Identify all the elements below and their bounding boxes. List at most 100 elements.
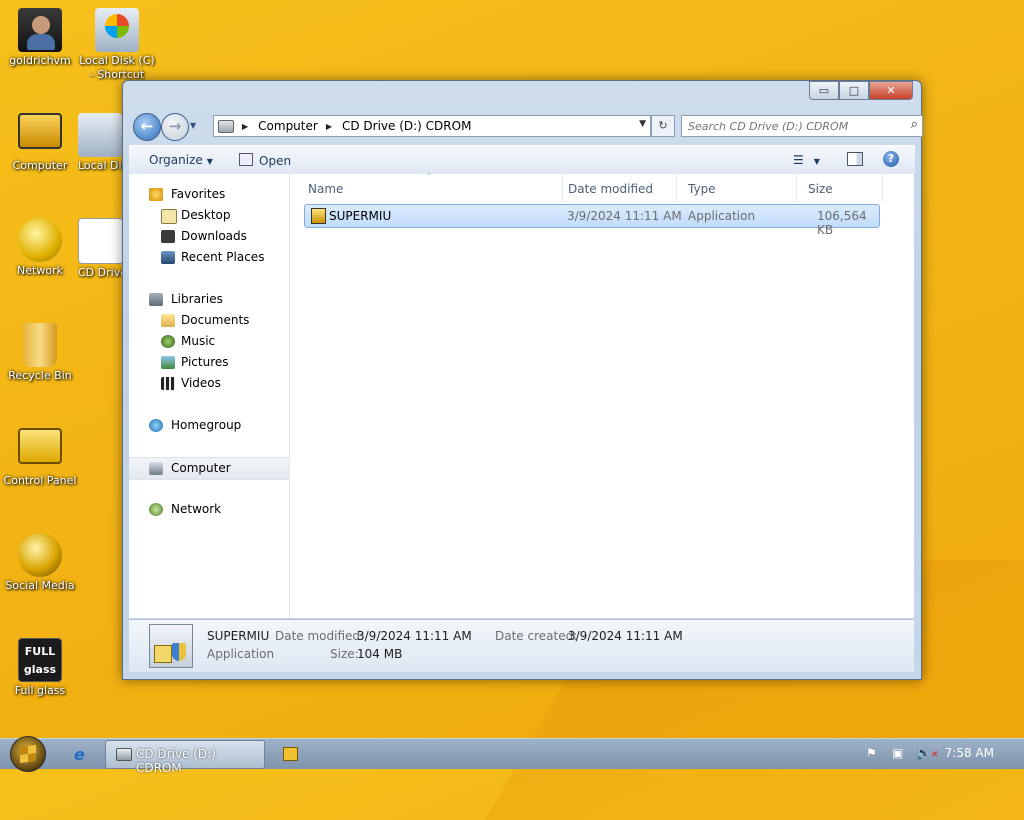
desktop-icon-network[interactable]: Network [0,218,80,278]
nav-videos[interactable]: Videos [129,373,289,394]
desktop-icon-control-panel[interactable]: Control Panel [0,428,80,488]
full-glass-icon: FULL glass [18,638,62,682]
nav-homegroup[interactable]: Homegroup [129,415,289,436]
nav-pictures[interactable]: Pictures [129,352,289,373]
internet-explorer-icon: e [74,745,85,764]
view-options-button[interactable]: ☰ ▼ [793,153,820,167]
nav-label: Homegroup [171,418,242,432]
nav-favorites[interactable]: Favorites [129,184,289,205]
taskbar: e CD Drive (D:) CDROM ⚑ ▣ 🔈✕ 7:58 AM [0,736,1024,775]
column-header-type[interactable]: Type [676,174,797,202]
drive-shortcut-icon [95,8,139,52]
open-label: Open [259,154,292,168]
nav-label: Music [181,334,216,348]
details-date-created: 3/9/2024 11:11 AM [568,629,683,643]
nav-recent-places[interactable]: Recent Places [129,247,289,268]
breadcrumb-computer[interactable]: Computer [258,119,318,133]
nav-documents[interactable]: Documents [129,310,289,331]
minimize-button[interactable]: ▭ [809,81,839,100]
desktop-icon-cd-shortcut[interactable]: CD Drive - Shortcut [78,218,122,280]
desktop-icon-recycle-bin[interactable]: Recycle Bin [0,323,80,383]
windows-logo-icon [20,744,36,764]
organize-button[interactable]: Organize ▼ [149,153,213,167]
column-label: Name [308,182,344,196]
desktop-icon-computer[interactable]: Computer [0,113,80,173]
breadcrumb-cd-drive[interactable]: CD Drive (D:) CDROM [342,119,471,133]
nav-music[interactable]: Music [129,331,289,352]
recycle-bin-icon [23,323,57,367]
music-icon [161,335,175,348]
details-pane: SUPERMIU Application Date modified: 3/9/… [129,619,914,672]
nav-desktop[interactable]: Desktop [129,205,289,226]
column-header-size[interactable]: Size [796,174,883,202]
taskbar-explorer-button[interactable]: CD Drive (D:) CDROM [105,740,265,775]
network-tray-icon[interactable]: ▣ [892,746,903,760]
file-row[interactable]: SUPERMIU 3/9/2024 11:11 AM Application 1… [304,204,880,237]
desktop-icon-full-glass[interactable]: FULL glass Full glass [0,638,80,698]
recent-places-icon [161,251,175,264]
taskbar-ie-button[interactable]: e [68,740,96,767]
nav-label: Network [171,502,222,516]
downloads-icon [161,230,175,243]
column-label: Type [688,182,716,196]
nav-label: Desktop [181,208,231,222]
action-center-flag-icon[interactable]: ⚑ [866,746,877,760]
file-type: Application [688,209,756,223]
preview-pane-icon [847,152,863,166]
open-icon [239,153,253,166]
nav-computer[interactable]: Computer [129,457,289,480]
back-button[interactable]: ← [133,113,161,141]
application-icon [311,208,326,224]
file-size: 106,564 KB [817,209,867,237]
help-button[interactable]: ? [883,151,899,167]
details-date-modified: 3/9/2024 11:11 AM [357,629,472,643]
nav-label: Pictures [181,355,229,369]
search-input[interactable] [682,116,890,136]
search-box[interactable]: ⌕ [681,115,923,137]
details-file-type: Application [207,647,275,661]
desktop-icon-social-media[interactable]: Social Media [0,533,80,593]
computer-icon [149,462,163,475]
cd-shortcut-icon [78,218,122,264]
control-panel-icon [18,428,62,464]
drive-shortcut-icon [78,113,122,157]
forward-button[interactable]: → [161,113,189,141]
desktop-icon-local-disk-c[interactable]: Local Disk (C) - Shortcut [78,8,156,82]
desktop-icon-local-disk-shortcut[interactable]: Local Disk - Shortcut [78,113,122,173]
computer-icon [18,113,62,149]
videos-icon [161,377,175,390]
start-button[interactable] [10,736,46,772]
cd-drive-icon [116,748,132,761]
forward-arrow-icon: → [168,117,182,135]
organize-label: Organize [149,153,203,167]
desktop-icon-user[interactable]: goldrichvm [0,8,80,68]
details-date-modified-label: Date modified: [275,629,365,643]
search-icon[interactable]: ⌕ [911,117,918,132]
nav-network[interactable]: Network [129,499,289,520]
column-header-name[interactable]: Name ⌃ [296,172,563,202]
maximize-button[interactable]: □ [839,81,869,100]
details-size: 104 MB [357,647,403,661]
taskbar-clock[interactable]: 7:58 AM [945,746,994,760]
taskbar-window-label: CD Drive (D:) CDROM [136,747,216,775]
explorer-window[interactable]: ▭ □ ✕ ← → ▼ ▶ Computer ▶ CD Drive (D:) C… [122,80,923,680]
nav-libraries[interactable]: Libraries [129,289,289,310]
refresh-button[interactable]: ↻ [651,115,675,137]
preview-pane-button[interactable] [847,152,863,169]
address-dropdown-icon[interactable]: ▼ [639,119,646,129]
file-date: 3/9/2024 11:11 AM [567,209,682,223]
close-button[interactable]: ✕ [869,81,913,100]
address-bar[interactable]: ▶ Computer ▶ CD Drive (D:) CDROM ▼ [213,115,651,137]
back-arrow-icon: ← [140,117,154,135]
chevron-down-icon: ▼ [813,157,820,166]
open-button[interactable]: Open [239,153,291,168]
taskbar-media-button[interactable] [278,740,302,767]
recent-pages-dropdown[interactable]: ▼ [190,121,196,130]
star-icon [149,188,163,201]
column-header-date[interactable]: Date modified [556,174,677,202]
volume-muted-icon[interactable]: 🔈✕ [916,746,939,760]
details-date-created-label: Date created: [495,629,578,643]
details-file-name: SUPERMIU [207,629,270,643]
nav-downloads[interactable]: Downloads [129,226,289,247]
nav-label: Downloads [181,229,247,243]
